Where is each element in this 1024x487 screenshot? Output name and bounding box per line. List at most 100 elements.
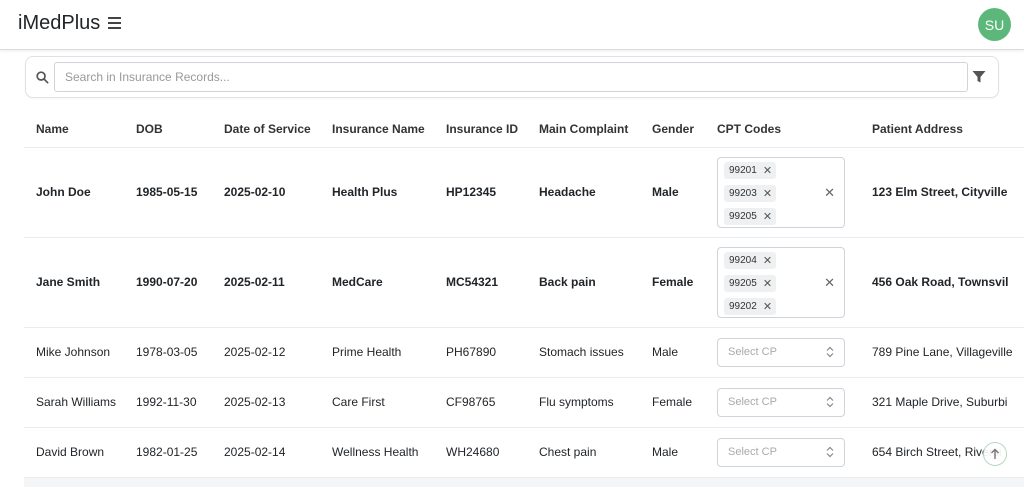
gender-cell: Female bbox=[640, 237, 705, 328]
main-complaint-cell: Flu symptoms bbox=[527, 377, 640, 428]
insurance-name-cell: Prime Health bbox=[320, 327, 434, 378]
cpt-select-placeholder: Select CP bbox=[728, 446, 777, 458]
cpt-codes-cell: Select CP bbox=[705, 327, 860, 378]
insurance-id-cell: HP12345 bbox=[434, 147, 527, 238]
table-header: Name DOB Date of Service Insurance Name Insu… bbox=[24, 111, 1024, 148]
search-input[interactable] bbox=[54, 62, 968, 92]
insurance-records-page: NameDOBDate of ServiceInsurance NameInsu… bbox=[24, 56, 1024, 487]
gender-cell: Female bbox=[640, 377, 705, 428]
chevron-updown-icon bbox=[826, 446, 834, 457]
patient-address-cell: 321 Maple Drive, Suburbi bbox=[860, 377, 1024, 428]
cpt-chip: 99205 ✕ bbox=[724, 274, 776, 292]
cpt-codes-cell: 99204 ✕ 99205 ✕ 99202 ✕ ✕ bbox=[705, 237, 860, 328]
column-header[interactable]: CPT Codes bbox=[705, 111, 860, 148]
cpt-codes-cell: Select CP bbox=[705, 427, 860, 478]
arrow-up-icon bbox=[991, 448, 999, 459]
insurance-name-cell: MedCare bbox=[320, 237, 434, 328]
cpt-select[interactable]: Select CP bbox=[717, 387, 845, 417]
page-footer-strip bbox=[24, 478, 1024, 487]
patient-address-cell: 789 Pine Lane, Villageville bbox=[860, 327, 1024, 378]
cpt-code-label: 99204 bbox=[729, 254, 757, 266]
table-row[interactable]: Mike Johnson 1978-03-05 2025-02-12 Prime He… bbox=[24, 327, 1024, 378]
gender-cell: Male bbox=[640, 327, 705, 378]
cpt-codes-cell: 99201 ✕ 99203 ✕ 99205 ✕ ✕ bbox=[705, 147, 860, 238]
search-icon bbox=[36, 71, 49, 84]
patient-name-cell: John Doe bbox=[24, 147, 124, 238]
table-body: John Doe 1985-05-15 2025-02-10 Health Plus H… bbox=[24, 147, 1024, 478]
cpt-chip: 99205 ✕ bbox=[724, 207, 776, 225]
patient-name-cell: Mike Johnson bbox=[24, 327, 124, 378]
clear-all-icon[interactable]: ✕ bbox=[824, 185, 835, 201]
dob-cell: 1992-11-30 bbox=[124, 377, 212, 428]
insurance-name-cell: Health Plus bbox=[320, 147, 434, 238]
cpt-multiselect[interactable]: 99201 ✕ 99203 ✕ 99205 ✕ ✕ bbox=[717, 156, 845, 228]
column-header[interactable]: DOB bbox=[124, 111, 212, 148]
table-row[interactable]: Sarah Williams 1992-11-30 2025-02-13 Care F… bbox=[24, 377, 1024, 428]
column-header[interactable]: Patient Address bbox=[860, 111, 1024, 148]
patient-name-cell: David Brown bbox=[24, 427, 124, 478]
cpt-select-placeholder: Select CP bbox=[728, 346, 777, 358]
cpt-select[interactable]: Select CP bbox=[717, 337, 845, 367]
close-icon[interactable]: ✕ bbox=[763, 300, 772, 313]
patient-name-cell: Jane Smith bbox=[24, 237, 124, 328]
hamburger-icon[interactable] bbox=[108, 17, 122, 31]
patient-address-cell: 123 Elm Street, Cityville bbox=[860, 147, 1024, 238]
insurance-id-cell: PH67890 bbox=[434, 327, 527, 378]
close-icon[interactable]: ✕ bbox=[763, 210, 772, 223]
date-of-service-cell: 2025-02-11 bbox=[212, 237, 320, 328]
chevron-updown-icon bbox=[826, 396, 834, 407]
cpt-code-label: 99203 bbox=[729, 187, 757, 199]
app-header: iMedPlus SU bbox=[0, 0, 1024, 50]
column-header[interactable]: Main Complaint bbox=[527, 111, 640, 148]
date-of-service-cell: 2025-02-10 bbox=[212, 147, 320, 238]
gender-cell: Male bbox=[640, 147, 705, 238]
cpt-chip: 99201 ✕ bbox=[724, 161, 776, 179]
clear-all-icon[interactable]: ✕ bbox=[824, 275, 835, 291]
column-header[interactable]: Date of Service bbox=[212, 111, 320, 148]
table-row[interactable]: Jane Smith 1990-07-20 2025-02-11 MedCare MC5… bbox=[24, 237, 1024, 328]
column-header[interactable]: Insurance ID bbox=[434, 111, 527, 148]
dob-cell: 1990-07-20 bbox=[124, 237, 212, 328]
column-header[interactable]: Insurance Name bbox=[320, 111, 434, 148]
main-complaint-cell: Chest pain bbox=[527, 427, 640, 478]
cpt-code-label: 99202 bbox=[729, 300, 757, 312]
filter-icon[interactable] bbox=[972, 70, 986, 84]
dob-cell: 1985-05-15 bbox=[124, 147, 212, 238]
date-of-service-cell: 2025-02-14 bbox=[212, 427, 320, 478]
cpt-chip: 99202 ✕ bbox=[724, 297, 776, 315]
insurance-id-cell: MC54321 bbox=[434, 237, 527, 328]
cpt-code-label: 99201 bbox=[729, 164, 757, 176]
date-of-service-cell: 2025-02-13 bbox=[212, 377, 320, 428]
chevron-updown-icon bbox=[826, 346, 834, 357]
column-header[interactable]: Name bbox=[24, 111, 124, 148]
column-header[interactable]: Gender bbox=[640, 111, 705, 148]
patient-name-cell: Sarah Williams bbox=[24, 377, 124, 428]
cpt-multiselect[interactable]: 99204 ✕ 99205 ✕ 99202 ✕ ✕ bbox=[717, 246, 845, 318]
cpt-select-placeholder: Select CP bbox=[728, 396, 777, 408]
gender-cell: Male bbox=[640, 427, 705, 478]
close-icon[interactable]: ✕ bbox=[763, 164, 772, 177]
dob-cell: 1982-01-25 bbox=[124, 427, 212, 478]
close-icon[interactable]: ✕ bbox=[763, 187, 772, 200]
cpt-code-label: 99205 bbox=[729, 210, 757, 222]
main-complaint-cell: Headache bbox=[527, 147, 640, 238]
close-icon[interactable]: ✕ bbox=[763, 254, 772, 267]
patient-address-cell: 456 Oak Road, Townsvil bbox=[860, 237, 1024, 328]
cpt-code-label: 99205 bbox=[729, 277, 757, 289]
main-complaint-cell: Back pain bbox=[527, 237, 640, 328]
table-row[interactable]: John Doe 1985-05-15 2025-02-10 Health Plus H… bbox=[24, 147, 1024, 238]
table-row[interactable]: David Brown 1982-01-25 2025-02-14 Wellness … bbox=[24, 427, 1024, 478]
date-of-service-cell: 2025-02-12 bbox=[212, 327, 320, 378]
app-title: iMedPlus bbox=[18, 12, 101, 34]
scroll-to-top-button[interactable] bbox=[983, 442, 1007, 466]
user-avatar[interactable]: SU bbox=[978, 8, 1011, 41]
insurance-records-table: Name DOB Date of Service Insurance Name Insu… bbox=[24, 111, 1024, 478]
cpt-chip: 99204 ✕ bbox=[724, 251, 776, 269]
search-bar bbox=[25, 56, 999, 98]
insurance-name-cell: Wellness Health bbox=[320, 427, 434, 478]
cpt-select[interactable]: Select CP bbox=[717, 437, 845, 467]
insurance-name-cell: Care First bbox=[320, 377, 434, 428]
cpt-chip: 99203 ✕ bbox=[724, 184, 776, 202]
close-icon[interactable]: ✕ bbox=[763, 277, 772, 290]
dob-cell: 1978-03-05 bbox=[124, 327, 212, 378]
